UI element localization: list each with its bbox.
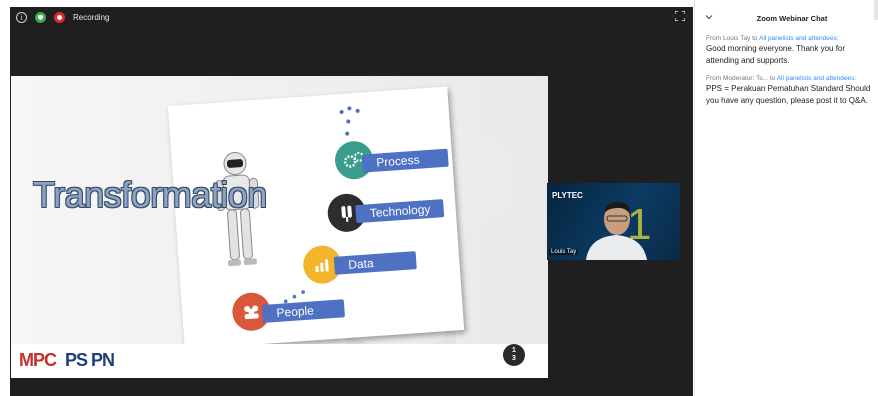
message-body: Good morning everyone. Thank you for att… [706,44,846,65]
mpc-logo: MPC PS PN [19,347,129,377]
message-recipient-link[interactable]: All panelists and attendees: [759,35,839,42]
diagram-card: Process Technology Data People [167,86,465,350]
meeting-topbar: i Recording [10,7,693,27]
svg-text:MPC: MPC [19,350,57,370]
participant-avatar [586,201,647,260]
chat-title: Zoom Webinar Chat [756,14,828,23]
message-meta: From Louis Tay to All panelists and atte… [706,34,878,43]
participant-name: Louis Tay [549,249,579,255]
shared-slide: Process Technology Data People Transform… [11,76,548,378]
page-number-bottom: 3 [512,355,516,362]
scrollbar[interactable] [874,0,878,20]
shield-icon[interactable] [35,11,46,23]
webcam-video[interactable]: 1 PLYTEC Louis Tay [547,183,680,260]
info-icon[interactable]: i [16,11,27,23]
svg-text:PS: PS [65,350,88,370]
slide-title: Transformation [33,174,267,215]
technology-label: Technology [355,199,445,224]
message-meta: From Moderator: Ts... to All panelists a… [706,74,878,83]
connector-dots [275,290,305,308]
chat-message: From Louis Tay to All panelists and atte… [706,34,878,67]
fullscreen-icon[interactable] [675,11,685,21]
message-sender: From Moderator: Ts... to [706,75,777,82]
message-recipient-link[interactable]: All panelists and attendees: [777,75,857,82]
slide-page-badge: 1 3 [503,344,525,366]
dots-decoration [339,106,360,136]
record-icon[interactable] [54,11,65,23]
svg-text:PN: PN [91,350,114,370]
zoom-webinar-window: i Recording Process Technology Data Peop… [0,0,878,396]
webcam-banner: PLYTEC [552,191,583,200]
message-body: PPS = Perakuan Pematuhan Standard Should… [706,84,871,105]
process-label: Process [361,148,449,173]
recording-label: Recording [73,12,110,22]
message-sender: From Louis Tay to [706,35,759,42]
chat-panel: Zoom Webinar Chat From Louis Tay to All … [694,0,878,396]
data-label: Data [333,251,417,275]
chat-header: Zoom Webinar Chat [695,7,878,27]
chat-message: From Moderator: Ts... to All panelists a… [706,74,878,107]
page-number-top: 1 [512,347,516,354]
